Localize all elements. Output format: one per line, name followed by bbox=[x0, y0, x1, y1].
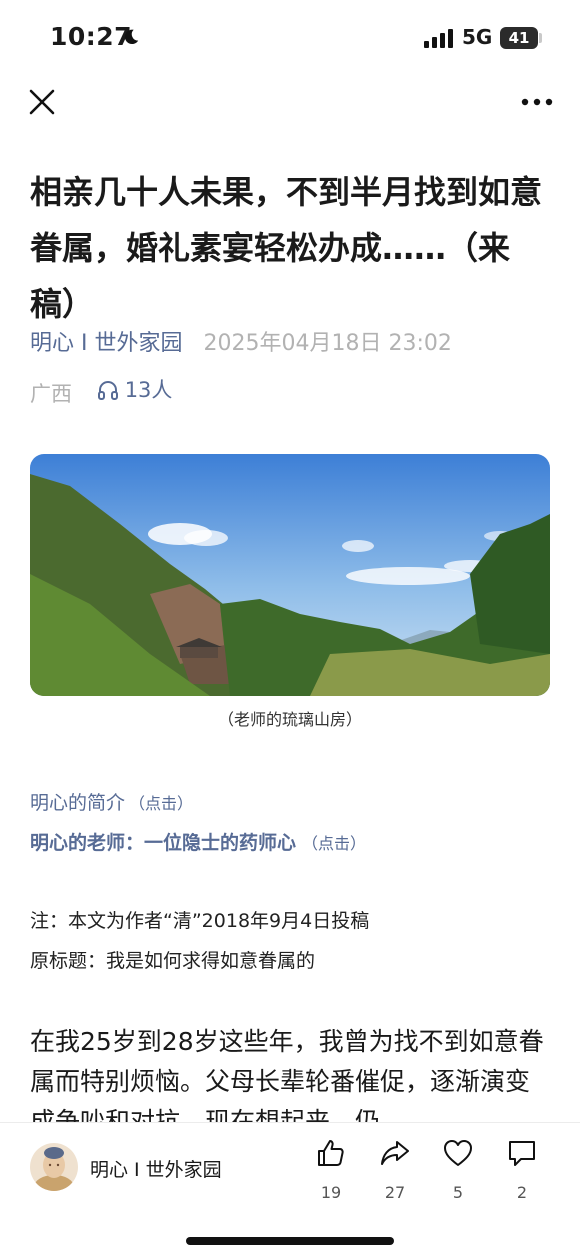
buddha-avatar-icon bbox=[30, 1143, 78, 1191]
comment-icon bbox=[509, 1141, 535, 1166]
moon-icon bbox=[124, 29, 139, 45]
intro-link-label: 明心的简介 bbox=[30, 792, 126, 814]
account-name-link[interactable]: 明心 I 世外家园 bbox=[30, 331, 182, 356]
headphones-icon bbox=[97, 381, 118, 400]
article-meta: 明心 I 世外家园 2025年04月18日 23:02 bbox=[30, 328, 452, 360]
original-title-note: 原标题：我是如何求得如意眷属的 bbox=[30, 950, 316, 972]
intro-link[interactable]: 明心的简介 （点击） bbox=[30, 788, 193, 815]
share-arrow-icon bbox=[381, 1141, 409, 1165]
status-time: 10:27 bbox=[50, 22, 133, 51]
thumbs-up-icon bbox=[318, 1140, 344, 1166]
share-button[interactable]: 27 bbox=[370, 1137, 420, 1203]
heart-icon bbox=[444, 1140, 472, 1166]
bottom-account-name[interactable]: 明心 I 世外家园 bbox=[90, 1155, 222, 1182]
article-image[interactable] bbox=[30, 454, 550, 696]
image-caption: （老师的琉璃山房） bbox=[217, 710, 362, 729]
article-body: 在我25岁到28岁这些年，我曾为找不到如意眷属而特别烦恼。父母长辈轮番催促，逐渐… bbox=[30, 1027, 544, 1124]
status-bar: 10:27 5G 41 bbox=[0, 0, 580, 78]
heart-count: 5 bbox=[452, 1183, 464, 1202]
comment-button[interactable]: 2 bbox=[497, 1137, 547, 1203]
close-icon[interactable] bbox=[28, 88, 56, 116]
region-label: 广西 bbox=[30, 382, 72, 406]
comment-count: 2 bbox=[516, 1183, 528, 1202]
like-count: 19 bbox=[320, 1183, 342, 1202]
home-indicator[interactable] bbox=[186, 1237, 394, 1245]
battery-nub bbox=[539, 33, 542, 43]
more-dots-icon[interactable] bbox=[520, 92, 554, 112]
landscape-illustration bbox=[30, 454, 550, 696]
article-meta-2: 广西 13人 bbox=[30, 374, 172, 410]
signal-icon bbox=[424, 29, 453, 48]
publish-date: 2025年04月18日 23:02 bbox=[203, 331, 452, 356]
bottom-action-bar: 明心 I 世外家园 19 27 5 2 bbox=[0, 1122, 580, 1255]
teacher-link-hint: （点击） bbox=[302, 834, 367, 853]
battery-icon: 41 bbox=[500, 27, 538, 49]
account-avatar[interactable] bbox=[30, 1143, 78, 1191]
network-label: 5G bbox=[462, 25, 493, 49]
share-count: 27 bbox=[384, 1183, 406, 1202]
intro-link-hint: （点击） bbox=[129, 794, 194, 813]
author-note: 注：本文为作者“清”2018年9月4日投稿 bbox=[30, 910, 370, 932]
teacher-link[interactable]: 明心的老师：一位隐士的药师心 （点击） bbox=[30, 828, 366, 855]
like-button[interactable]: 19 bbox=[306, 1137, 356, 1203]
article-title: 相亲几十人未果，不到半月找到如意眷属，婚礼素宴轻松办成……（来稿） bbox=[30, 173, 543, 323]
listener-count: 13人 bbox=[124, 378, 173, 402]
teacher-link-label: 明心的老师：一位隐士的药师心 bbox=[30, 832, 297, 854]
heart-button[interactable]: 5 bbox=[433, 1137, 483, 1203]
listen-button[interactable]: 13人 bbox=[97, 374, 173, 406]
